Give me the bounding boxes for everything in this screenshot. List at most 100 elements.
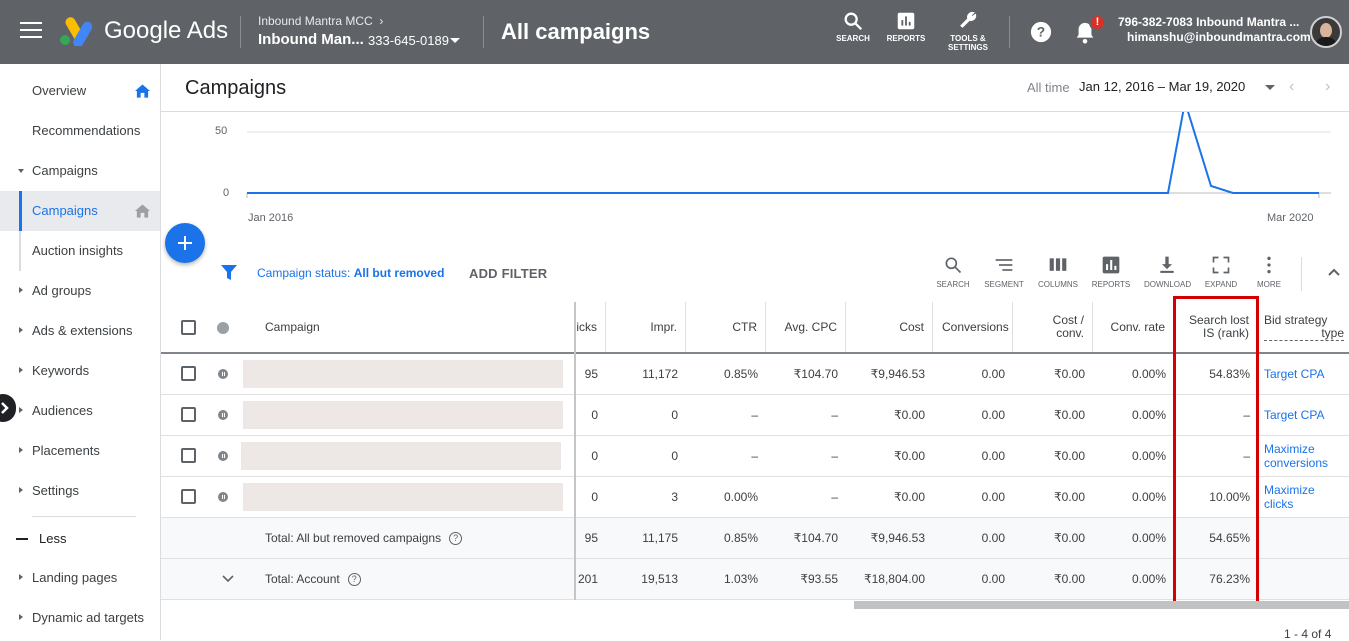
chevron-up-icon[interactable] — [1327, 267, 1341, 277]
column-header-impr[interactable]: Impr. — [606, 302, 686, 352]
sidebar-item-dynamic-ad-targets[interactable]: Dynamic ad targets — [0, 598, 160, 638]
total-cost-per-conv-cell: ₹0.00 — [1054, 531, 1085, 545]
table-header-row: Campaign icks Impr. CTR Avg. CPC Cost Co… — [161, 302, 1349, 354]
columns-button[interactable]: COLUMNS — [1035, 255, 1081, 289]
sidebar-item-campaigns[interactable]: Campaigns — [0, 191, 160, 231]
date-range-picker[interactable]: Jan 12, 2016 – Mar 19, 2020 — [1079, 79, 1245, 94]
total-conversions-cell: 0.00 — [981, 531, 1005, 545]
more-button[interactable]: MORE — [1246, 255, 1292, 289]
column-header-bid-strategy-type[interactable]: Bid strategy type — [1258, 302, 1349, 352]
paused-status-icon[interactable] — [218, 369, 228, 379]
sidebar-item-placements[interactable]: Placements — [0, 431, 160, 471]
table-row[interactable]: 95 11,172 0.85% ₹104.70 ₹9,946.53 0.00 ₹0.00 0.… — [161, 354, 1349, 395]
series-line — [247, 112, 1319, 194]
total-label: Total: Account? — [259, 559, 569, 599]
account-id[interactable]: 333-645-0189 — [368, 33, 449, 48]
table-row[interactable]: 0 0– – ₹0.00 0.00 ₹0.00 0.00% – Maximize conversi… — [161, 436, 1349, 477]
sidebar: Overview Recommendations Campaigns Campa… — [0, 64, 161, 640]
prev-period-icon[interactable]: ‹ — [1289, 78, 1294, 96]
sidebar-item-auction-insights[interactable]: Auction insights — [0, 231, 160, 271]
segment-button[interactable]: SEGMENT — [981, 255, 1027, 289]
table-row[interactable]: 0 3 0.00% – ₹0.00 0.00 ₹0.00 0.00% 10.00% Maximiz… — [161, 477, 1349, 518]
chevron-right-icon — [1, 402, 9, 414]
avatar[interactable] — [1310, 16, 1342, 48]
paused-status-icon[interactable] — [218, 451, 228, 461]
help-icon[interactable]: ? — [449, 531, 463, 545]
page-header: Campaigns All time Jan 12, 2016 – Mar 19… — [161, 64, 1349, 112]
paused-status-icon[interactable] — [218, 410, 228, 420]
help-icon[interactable]: ? — [347, 572, 361, 586]
ctr-cell: 0.00% — [723, 490, 758, 504]
sidebar-item-settings[interactable]: Settings — [0, 471, 160, 511]
performance-chart: 50 0 Jan 2016 Mar 2020 — [161, 112, 1349, 245]
row-checkbox[interactable] — [181, 366, 196, 381]
add-filter-button[interactable]: ADD FILTER — [469, 266, 547, 281]
account-name[interactable]: Inbound Man... — [258, 31, 364, 48]
bid-strategy-link[interactable]: Target CPA — [1258, 354, 1349, 394]
table-search-button[interactable]: SEARCH — [930, 255, 976, 289]
sidebar-item-landing-pages[interactable]: Landing pages — [0, 558, 160, 598]
expand-arrow-icon — [19, 614, 23, 620]
section-title: Campaigns — [185, 77, 287, 99]
account-dropdown-icon[interactable] — [450, 38, 460, 43]
sidebar-item-ad-groups[interactable]: Ad groups — [0, 271, 160, 311]
menu-icon[interactable] — [20, 22, 42, 40]
download-button[interactable]: DOWNLOAD — [1144, 255, 1191, 289]
sidebar-item-keywords[interactable]: Keywords — [0, 351, 160, 391]
sidebar-item-recommendations[interactable]: Recommendations — [0, 111, 160, 151]
reports-icon — [1102, 256, 1120, 274]
redacted-campaign-name — [243, 483, 563, 511]
conv-rate-cell: 0.00% — [1131, 408, 1166, 422]
row-checkbox[interactable] — [181, 448, 196, 463]
sidebar-item-ads-extensions[interactable]: Ads & extensions — [0, 311, 160, 351]
sidebar-group-campaigns[interactable]: Campaigns — [0, 151, 160, 191]
impressions-cell: 0 — [671, 449, 678, 463]
filter-icon[interactable] — [221, 265, 237, 281]
column-header-conversions[interactable]: Conversions — [933, 302, 1013, 352]
column-header-avg-cpc[interactable]: Avg. CPC — [766, 302, 846, 352]
search-tool-button[interactable]: SEARCH — [834, 10, 872, 43]
brand-name: Google Ads — [104, 17, 229, 44]
bid-strategy-link[interactable]: Maximize conversions — [1258, 436, 1349, 476]
select-all-checkbox[interactable] — [181, 320, 196, 335]
sidebar-toggle-less[interactable]: Less — [0, 519, 160, 559]
column-header-conv-rate[interactable]: Conv. rate — [1093, 302, 1174, 352]
campaign-status-filter[interactable]: Campaign status: All but removed — [257, 266, 444, 280]
clicks-cell: 0 — [591, 408, 598, 422]
table-row[interactable]: 0 0– – ₹0.00 0.00 ₹0.00 0.00% – Target CPA — [161, 395, 1349, 436]
total-impressions-cell: 11,175 — [642, 531, 678, 545]
next-period-icon[interactable]: › — [1325, 78, 1330, 96]
sidebar-item-overview[interactable]: Overview — [0, 71, 160, 111]
sidebar-item-audiences[interactable]: Audiences — [0, 391, 160, 431]
row-checkbox[interactable] — [181, 407, 196, 422]
expand-arrow-icon — [19, 407, 23, 413]
y-tick-label: 50 — [215, 125, 228, 137]
help-icon[interactable]: ? — [1030, 21, 1052, 48]
total-row: Total: Account? 201 19,513 1.03% ₹93.55 ₹18,8… — [161, 559, 1349, 600]
tools-settings-button[interactable]: TOOLS & SETTINGS — [943, 10, 993, 52]
bid-strategy-link[interactable]: Maximize clicks — [1258, 477, 1349, 517]
reports-tool-button[interactable]: REPORTS — [885, 10, 927, 43]
mcc-breadcrumb[interactable]: Inbound Mantra MCC › — [258, 14, 383, 28]
column-header-clicks[interactable]: icks — [574, 302, 606, 352]
column-header-cost[interactable]: Cost — [846, 302, 933, 352]
redacted-campaign-name — [243, 401, 563, 429]
campaigns-table: Campaign icks Impr. CTR Avg. CPC Cost Co… — [161, 302, 1349, 602]
column-header-ctr[interactable]: CTR — [686, 302, 766, 352]
chevron-down-icon[interactable] — [222, 574, 234, 584]
row-checkbox[interactable] — [181, 489, 196, 504]
bid-strategy-link[interactable]: Target CPA — [1258, 395, 1349, 435]
sidebar-collapse-button[interactable] — [0, 394, 16, 422]
expand-button[interactable]: EXPAND — [1198, 255, 1244, 289]
column-header-campaign[interactable]: Campaign — [259, 302, 569, 352]
pagination-label: 1 - 4 of 4 — [1284, 627, 1332, 641]
paused-status-icon[interactable] — [218, 492, 228, 502]
horizontal-scrollbar[interactable] — [854, 601, 1349, 609]
y-tick-label: 0 — [223, 187, 230, 199]
account-info[interactable]: 796-382-7083 Inbound Mantra ... himanshu… — [1118, 15, 1311, 45]
date-dropdown-icon[interactable] — [1265, 85, 1275, 90]
column-header-cost-per-conv[interactable]: Cost / conv. — [1013, 302, 1093, 352]
divider — [32, 516, 136, 517]
reports-button[interactable]: REPORTS — [1088, 255, 1134, 289]
segment-icon — [995, 259, 1013, 271]
